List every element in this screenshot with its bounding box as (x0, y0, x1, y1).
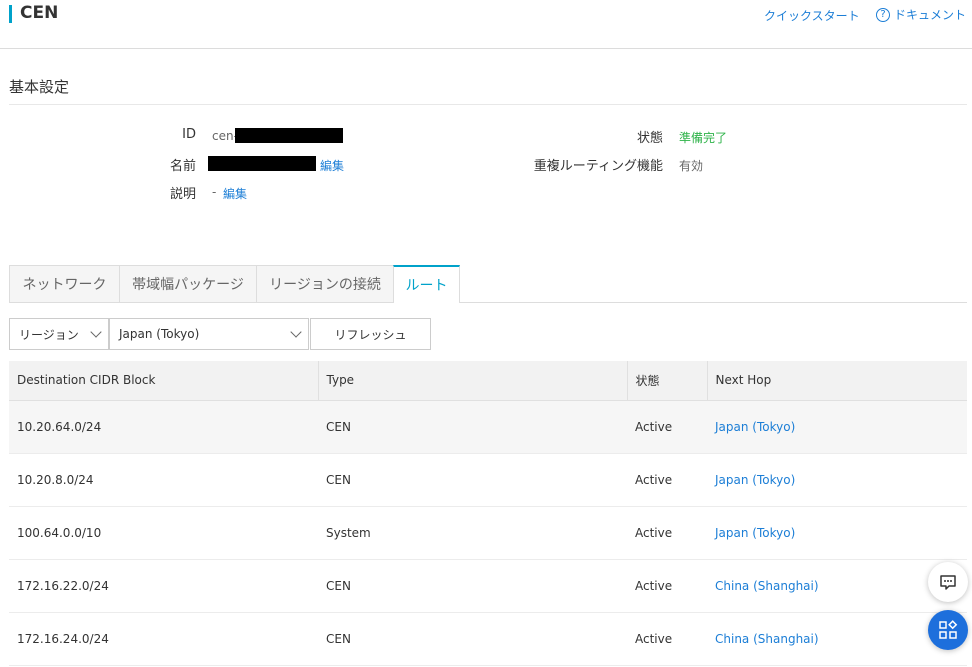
cidr-cell: 172.16.24.0/24 (9, 612, 318, 666)
status-label: 状態 (636, 131, 663, 146)
chevron-down-icon (290, 326, 302, 338)
id-label: ID (182, 127, 196, 142)
type-cell: CEN (318, 612, 627, 666)
description-label: 説明 (169, 187, 196, 202)
column-header-next-hop[interactable]: Next Hop (706, 361, 967, 401)
chat-icon (940, 575, 956, 590)
region-type-select[interactable]: リージョン (9, 318, 109, 350)
tabs-baseline (460, 302, 967, 303)
cidr-cell: 10.20.64.0/24 (9, 400, 318, 454)
cidr-cell: 100.64.0.0/10 (9, 506, 318, 560)
documentation-link[interactable]: ? ドキュメント (876, 6, 966, 23)
region-value: Japan (Tokyo) (119, 327, 200, 341)
table-row: 172.16.22.0/24 CEN Active China (Shangha… (9, 559, 967, 613)
tab-network[interactable]: ネットワーク (9, 265, 119, 303)
type-cell: CEN (318, 559, 627, 613)
table-row: 172.16.24.0/24 CEN Active China (Shangha… (9, 612, 967, 666)
tab-bar: ネットワーク 帯域幅パッケージ リージョンの接続 ルート (9, 265, 460, 303)
table-header-row: Destination CIDR Block Type 状態 Next Hop (9, 361, 967, 401)
overlap-routing-label: 重複ルーティング機能 (533, 159, 663, 174)
status-cell: Active (627, 453, 707, 507)
app-menu-button[interactable] (928, 610, 968, 650)
refresh-button[interactable]: リフレッシュ (310, 318, 431, 350)
type-cell: CEN (318, 400, 627, 454)
region-select[interactable]: Japan (Tokyo) (109, 318, 309, 350)
region-type-value: リージョン (19, 327, 79, 342)
status-cell: Active (627, 506, 707, 560)
name-label: 名前 (169, 159, 196, 174)
redacted-id (235, 128, 343, 143)
redacted-name (208, 156, 316, 171)
section-divider (9, 104, 967, 105)
quickstart-link[interactable]: クイックスタート (764, 7, 860, 24)
chevron-down-icon (90, 326, 102, 338)
next-hop-link[interactable]: Japan (Tokyo) (707, 400, 967, 454)
type-cell: CEN (318, 453, 627, 507)
description-edit-link[interactable]: 編集 (223, 185, 247, 202)
cidr-cell: 10.20.8.0/24 (9, 453, 318, 507)
column-header-type[interactable]: Type (317, 361, 627, 401)
status-cell: Active (627, 612, 707, 666)
column-header-status[interactable]: 状態 (626, 361, 707, 401)
name-edit-link[interactable]: 編集 (320, 157, 344, 174)
page-title: CEN (20, 3, 59, 23)
app-grid-icon (939, 620, 958, 639)
next-hop-link[interactable]: China (Shanghai) (707, 612, 967, 666)
tab-region-connection[interactable]: リージョンの接続 (256, 265, 393, 303)
table-row: 10.20.64.0/24 CEN Active Japan (Tokyo) (9, 400, 967, 454)
top-bar: CEN クイックスタート ? ドキュメント (0, 0, 972, 49)
status-cell: Active (627, 559, 707, 613)
basic-settings-title: 基本設定 (9, 78, 70, 96)
status-cell: Active (627, 400, 707, 454)
next-hop-link[interactable]: Japan (Tokyo) (707, 506, 967, 560)
routes-table: Destination CIDR Block Type 状態 Next Hop … (9, 361, 967, 666)
column-header-cidr[interactable]: Destination CIDR Block (9, 361, 318, 401)
description-value: - (212, 185, 217, 199)
cidr-cell: 172.16.22.0/24 (9, 559, 318, 613)
overlap-routing-value: 有効 (679, 159, 704, 173)
table-row: 10.20.8.0/24 CEN Active Japan (Tokyo) (9, 453, 967, 507)
table-row: 100.64.0.0/10 System Active Japan (Tokyo… (9, 506, 967, 560)
documentation-label: ドキュメント (894, 8, 967, 22)
chat-button[interactable] (928, 562, 968, 602)
tab-routes[interactable]: ルート (393, 265, 460, 303)
type-cell: System (318, 506, 627, 560)
next-hop-link[interactable]: Japan (Tokyo) (707, 453, 967, 507)
help-icon: ? (876, 7, 890, 22)
title-accent-bar (9, 5, 12, 23)
tab-bandwidth-package[interactable]: 帯域幅パッケージ (119, 265, 256, 303)
status-value: 準備完了 (679, 131, 728, 145)
